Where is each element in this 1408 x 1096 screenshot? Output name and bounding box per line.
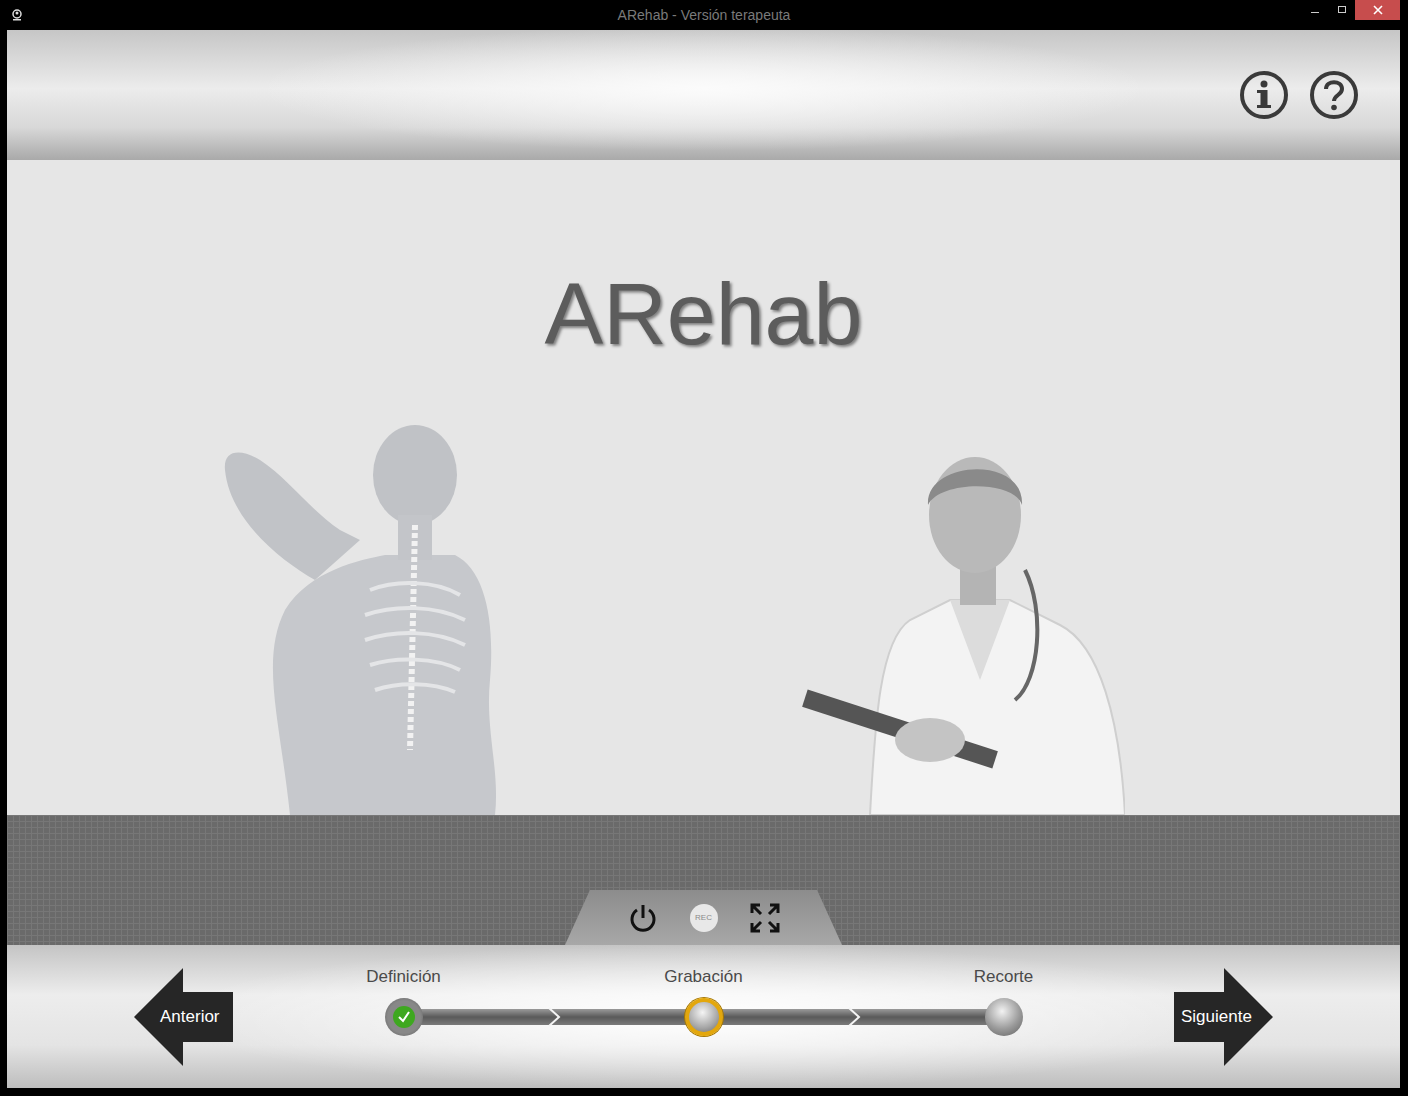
next-button[interactable]: Siguiente: [1174, 968, 1273, 1066]
step-indicator[interactable]: [385, 998, 423, 1036]
patient-picture: [220, 420, 505, 815]
close-icon: [1373, 5, 1383, 15]
toolbar-area: REC: [7, 815, 1400, 945]
maximize-button[interactable]: [1328, 0, 1355, 20]
minimize-icon: [1310, 5, 1320, 15]
app-window: ARehab - Versión terapeuta ARehab REC An…: [0, 0, 1408, 1096]
app-title: ARehab: [544, 270, 862, 358]
step-label: Grabación: [664, 967, 742, 987]
minimize-button[interactable]: [1301, 0, 1328, 20]
check-icon: [393, 1006, 415, 1028]
recording-toolbar: REC: [565, 890, 842, 945]
record-button[interactable]: REC: [690, 904, 718, 932]
step-progress: Definición Grabación Recorte: [384, 967, 1024, 1036]
chevron-icon: [847, 1007, 861, 1027]
previous-button[interactable]: Anterior: [134, 968, 233, 1066]
maximize-icon: [1337, 5, 1347, 15]
close-button[interactable]: [1355, 0, 1400, 20]
therapist-picture: [800, 440, 1125, 815]
info-icon[interactable]: [1239, 70, 1289, 120]
step-connector: [718, 1009, 990, 1025]
step-connector: [418, 1009, 690, 1025]
header: [7, 30, 1400, 160]
chevron-icon: [547, 1007, 561, 1027]
splash-panel: ARehab: [7, 160, 1400, 815]
help-icon[interactable]: [1309, 70, 1359, 120]
title-bar: ARehab - Versión terapeuta: [0, 0, 1408, 30]
footer: Anterior Definición Grabación Recorte Si…: [7, 945, 1400, 1088]
step-indicator[interactable]: [985, 998, 1023, 1036]
window-title: ARehab - Versión terapeuta: [200, 7, 1208, 23]
fullscreen-icon[interactable]: [749, 902, 781, 934]
step-label: Definición: [366, 967, 441, 987]
power-icon[interactable]: [627, 902, 659, 934]
app-logo-icon: [11, 9, 23, 21]
step-label: Recorte: [974, 967, 1034, 987]
step-indicator[interactable]: [685, 998, 723, 1036]
